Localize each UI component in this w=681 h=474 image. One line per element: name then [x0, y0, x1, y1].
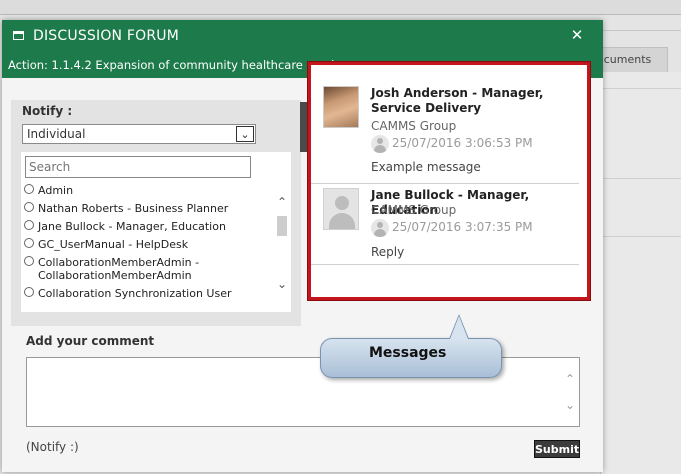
background-divider [600, 88, 681, 89]
message-text: Example message [371, 160, 481, 174]
background-divider [600, 178, 681, 179]
message-org: CAMMS Group [371, 203, 457, 217]
user-items: Admin Nathan Roberts - Business Planner … [24, 184, 264, 305]
messages-panel: Josh Anderson - Manager, Service Deliver… [308, 62, 590, 300]
user-radio[interactable] [24, 220, 34, 230]
user-name: Nathan Roberts - Business Planner [38, 202, 229, 215]
comment-label: Add your comment [26, 334, 155, 348]
message-timestamp: 25/07/2016 3:06:53 PM [392, 136, 533, 150]
background-divider [600, 236, 681, 237]
user-radio[interactable] [24, 256, 34, 266]
user-name: Jane Bullock - Manager, Education [38, 220, 226, 233]
list-item[interactable]: Collaboration Synchronization User [24, 287, 264, 300]
notify-label: Notify : [22, 104, 73, 118]
avatar [323, 86, 359, 128]
notify-type-select[interactable]: Individual ⌄ [22, 124, 256, 144]
user-radio[interactable] [24, 287, 34, 297]
list-item[interactable]: CollaborationMemberAdmin - Collaboration… [24, 256, 264, 282]
avatar [323, 188, 359, 230]
window-icon [13, 31, 24, 40]
search-input[interactable] [25, 156, 251, 178]
user-avatar-icon [371, 135, 389, 153]
message-org: CAMMS Group [371, 119, 457, 133]
close-icon[interactable]: ✕ [571, 26, 584, 44]
dialog-title: DISCUSSION FORUM [33, 28, 179, 44]
list-item[interactable]: Admin [24, 184, 264, 197]
user-list-scrollbar[interactable]: ⌃ ⌄ [274, 194, 290, 304]
background-panel [600, 72, 681, 474]
message-divider [311, 264, 579, 265]
message-timestamp: 25/07/2016 3:07:35 PM [392, 220, 533, 234]
close-button[interactable]: ✕ [568, 25, 586, 45]
user-name: GC_UserManual - HelpDesk [38, 238, 189, 251]
scroll-thumb[interactable] [277, 216, 287, 236]
submit-button[interactable]: Submit [534, 440, 580, 458]
user-list: Admin Nathan Roberts - Business Planner … [21, 152, 291, 312]
list-item[interactable]: GC_UserManual - HelpDesk [24, 238, 264, 251]
user-radio[interactable] [24, 238, 34, 248]
chevron-down-icon[interactable]: ⌄ [274, 278, 290, 290]
chevron-up-icon[interactable]: ⌃ [565, 372, 575, 386]
user-avatar-icon [371, 219, 389, 237]
notify-panel: Notify : Individual ⌄ Admin Nathan Rober… [11, 100, 301, 326]
message-text: Reply [371, 245, 405, 259]
user-radio[interactable] [24, 202, 34, 212]
messages-callout: Messages [320, 338, 502, 378]
action-label: Action: 1.1.4.2 Expansion of community h… [8, 58, 354, 72]
callout-tail [450, 316, 468, 339]
notify-type-value: Individual [27, 127, 86, 141]
chevron-down-icon[interactable]: ⌄ [565, 398, 575, 412]
user-name: Admin [38, 184, 74, 197]
list-item[interactable]: Jane Bullock - Manager, Education [24, 220, 264, 233]
callout-label: Messages [369, 345, 447, 361]
background-toolbar [0, 0, 681, 15]
message-divider [311, 183, 579, 184]
chevron-up-icon[interactable]: ⌃ [274, 196, 290, 208]
message-author: Josh Anderson - Manager, Service Deliver… [371, 86, 544, 115]
user-radio[interactable] [24, 184, 34, 194]
list-item[interactable]: Nathan Roberts - Business Planner [24, 202, 264, 215]
user-name: Collaboration Synchronization User [38, 287, 232, 300]
chevron-down-icon[interactable]: ⌄ [236, 126, 254, 142]
notify-footer: (Notify :) [26, 440, 79, 454]
user-name: CollaborationMemberAdmin - Collaboration… [38, 256, 200, 282]
